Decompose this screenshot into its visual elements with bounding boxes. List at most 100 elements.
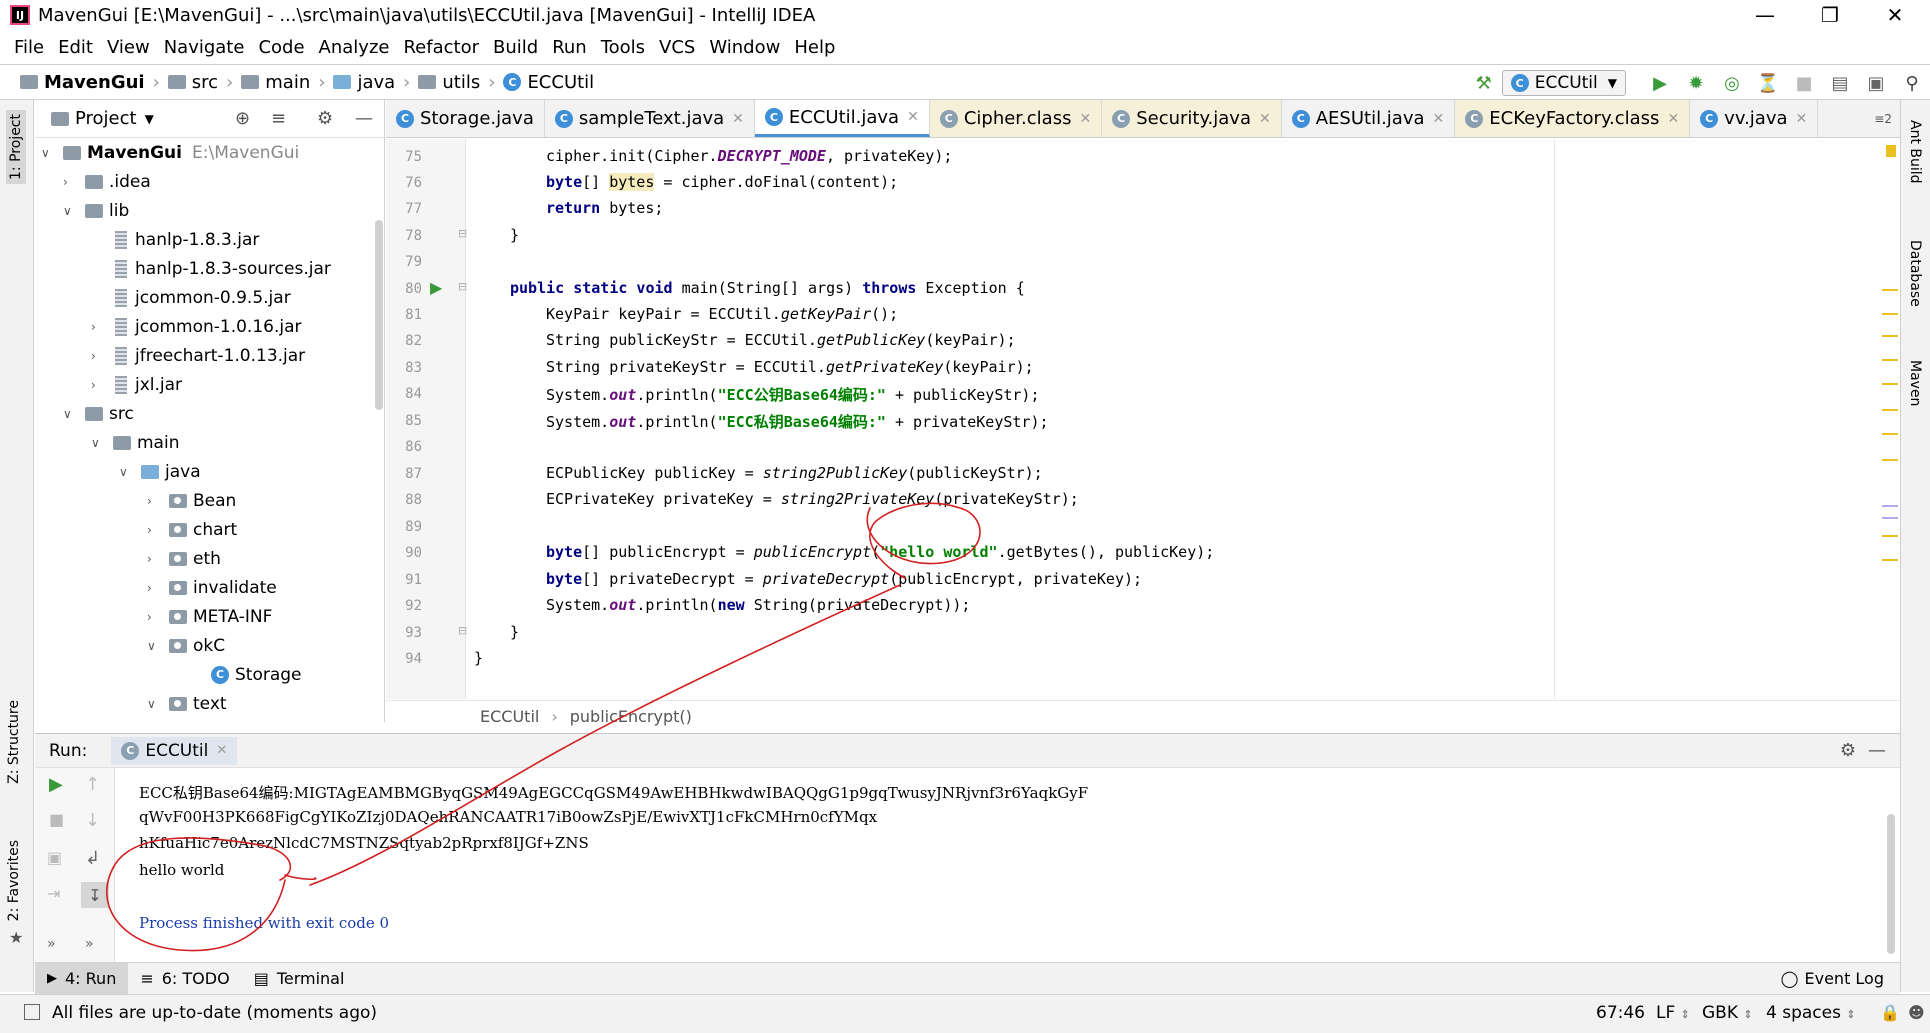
- indent-setting[interactable]: 4 spaces ⇕: [1766, 1003, 1856, 1023]
- tool-tab-ant-build[interactable]: Ant Build: [1907, 120, 1923, 184]
- menu-refactor[interactable]: Refactor: [403, 37, 479, 58]
- tree-item[interactable]: ∨ okC: [147, 631, 225, 660]
- more-icon[interactable]: »: [47, 936, 56, 952]
- error-stripe-mark[interactable]: [1882, 383, 1898, 385]
- menu-tools[interactable]: Tools: [601, 37, 645, 58]
- tab-vv-java[interactable]: Cvv.java ✕: [1690, 100, 1819, 137]
- profile-icon[interactable]: ⏳: [1754, 69, 1782, 97]
- line-separator[interactable]: LF ⇕: [1656, 1003, 1690, 1023]
- tool-tab-database[interactable]: Database: [1907, 240, 1923, 307]
- code-editor[interactable]: 75 76 77 78 79 80 81 82 83 84 85 86 87 8…: [386, 139, 1900, 699]
- inspector-icon[interactable]: ☻: [1908, 1003, 1925, 1022]
- tree-item[interactable]: ∨ MavenGui E:\MavenGui: [41, 138, 299, 167]
- run-config-select[interactable]: C ECCUtil ▼: [1501, 70, 1626, 96]
- close-tab-icon[interactable]: ✕: [732, 111, 744, 127]
- error-stripe-mark[interactable]: [1882, 359, 1898, 361]
- tree-item[interactable]: › Bean: [147, 486, 236, 515]
- error-stripe-mark[interactable]: [1882, 313, 1898, 315]
- nav-crumb-src[interactable]: src ›: [167, 72, 241, 93]
- tree-item[interactable]: ∨ src: [63, 399, 134, 428]
- tree-item[interactable]: ∨ lib: [63, 196, 129, 225]
- tree-item[interactable]: C Storage: [211, 660, 302, 689]
- tree-item[interactable]: › .idea: [63, 167, 151, 196]
- error-stripe-mark[interactable]: [1882, 535, 1898, 537]
- tab-overflow-button[interactable]: ≡ 2: [1874, 100, 1900, 137]
- tree-item[interactable]: ∨ main: [91, 428, 179, 457]
- restore-layout-icon[interactable]: ⇥: [47, 884, 60, 903]
- menu-edit[interactable]: Edit: [58, 37, 93, 58]
- tab-aesutil-java[interactable]: C AESUtil.java ✕: [1282, 100, 1456, 137]
- tree-item[interactable]: ∨ java: [119, 457, 201, 486]
- run-tab-eccutil[interactable]: C ECCUtil ✕: [111, 736, 238, 765]
- stop-icon[interactable]: ■: [1790, 69, 1818, 97]
- menu-file[interactable]: File: [14, 37, 44, 58]
- project-structure-icon[interactable]: ▤: [1826, 69, 1854, 97]
- file-encoding[interactable]: GBK ⇕: [1702, 1003, 1753, 1023]
- locate-icon[interactable]: ⊕: [235, 108, 250, 129]
- close-tab-icon[interactable]: ✕: [1259, 111, 1271, 127]
- nav-crumb-utils[interactable]: utils ›: [418, 72, 503, 93]
- menu-run[interactable]: Run: [552, 37, 587, 58]
- collapse-all-icon[interactable]: ≡: [271, 108, 286, 129]
- close-tab-icon[interactable]: ✕: [1667, 111, 1679, 127]
- tree-item[interactable]: hanlp-1.8.3.jar: [115, 225, 259, 254]
- error-stripe-mark[interactable]: [1882, 459, 1898, 461]
- caret-position[interactable]: 67:46: [1596, 1003, 1645, 1023]
- tree-scrollbar[interactable]: [375, 220, 383, 410]
- error-stripe-mark[interactable]: [1882, 559, 1898, 561]
- tool-tab-favorites[interactable]: 2: Favorites: [6, 840, 22, 921]
- menu-build[interactable]: Build: [493, 37, 538, 58]
- tree-item[interactable]: › jxl.jar: [91, 370, 182, 399]
- breadcrumb-method[interactable]: publicEncrypt(): [570, 707, 692, 726]
- coverage-icon[interactable]: ◎: [1718, 69, 1746, 97]
- search-icon[interactable]: ⚲: [1898, 69, 1926, 97]
- tree-item[interactable]: jcommon-0.9.5.jar: [115, 283, 291, 312]
- minimize-icon[interactable]: —: [1735, 0, 1795, 30]
- tool-tab-project[interactable]: 1: Project: [6, 110, 26, 184]
- tool-tab-todo[interactable]: ≡ 6: TODO: [128, 963, 241, 995]
- tree-item[interactable]: › META-INF: [147, 602, 272, 631]
- close-icon[interactable]: ✕: [1865, 0, 1925, 30]
- fold-icon[interactable]: ⊟: [458, 624, 467, 637]
- hide-panel-icon[interactable]: —: [355, 108, 373, 129]
- event-log-button[interactable]: ◯ Event Log: [1781, 963, 1900, 995]
- menu-navigate[interactable]: Navigate: [164, 37, 245, 58]
- close-icon[interactable]: ✕: [216, 743, 227, 758]
- tree-item[interactable]: › chart: [147, 515, 237, 544]
- error-stripe-mark[interactable]: [1882, 335, 1898, 337]
- arrow-down-icon[interactable]: ↓: [85, 810, 100, 831]
- tree-item[interactable]: › invalidate: [147, 573, 277, 602]
- build-hammer-icon[interactable]: ⚒: [1470, 69, 1498, 97]
- tab-sampletext-java[interactable]: CsampleText.java ✕: [545, 100, 755, 137]
- restore-icon[interactable]: ❐: [1800, 0, 1860, 30]
- tree-item[interactable]: ∨ text: [147, 689, 227, 718]
- run-icon[interactable]: ▶: [1646, 69, 1674, 97]
- stop-icon[interactable]: ■: [49, 810, 64, 829]
- console-scrollbar[interactable]: [1887, 814, 1895, 954]
- close-tab-icon[interactable]: ✕: [1433, 111, 1445, 127]
- soft-wrap-icon[interactable]: ↲: [85, 848, 100, 869]
- tree-item[interactable]: › eth: [147, 544, 221, 573]
- menu-window[interactable]: Window: [709, 37, 780, 58]
- tool-tab-run[interactable]: ▶ 4: Run: [35, 962, 129, 995]
- menu-code[interactable]: Code: [258, 37, 304, 58]
- menu-analyze[interactable]: Analyze: [319, 37, 390, 58]
- nav-crumb-class[interactable]: C ECCUtil: [503, 72, 594, 93]
- tree-item[interactable]: › jcommon-1.0.16.jar: [91, 312, 302, 341]
- error-stripe-mark[interactable]: [1882, 517, 1898, 519]
- warning-indicator-icon[interactable]: [1886, 145, 1896, 157]
- fold-icon[interactable]: ⊟: [458, 227, 467, 240]
- sdk-icon[interactable]: ▣: [1862, 69, 1890, 97]
- error-stripe-mark[interactable]: [1882, 505, 1898, 507]
- tree-item[interactable]: › jfreechart-1.0.13.jar: [91, 341, 305, 370]
- tool-tab-maven[interactable]: Maven: [1907, 360, 1923, 406]
- hide-panel-icon[interactable]: —: [1868, 740, 1886, 761]
- tab-storage-java[interactable]: C Storage.java: [386, 100, 545, 137]
- debug-icon[interactable]: ✹: [1682, 69, 1710, 97]
- tool-tab-terminal[interactable]: ▤ Terminal: [242, 963, 357, 995]
- chevron-down-icon[interactable]: ▼: [145, 112, 154, 126]
- lock-icon[interactable]: 🔒: [1880, 1003, 1900, 1022]
- gear-icon[interactable]: ⚙: [1840, 740, 1856, 761]
- error-stripe-mark[interactable]: [1882, 409, 1898, 411]
- camera-icon[interactable]: ▣: [47, 848, 62, 867]
